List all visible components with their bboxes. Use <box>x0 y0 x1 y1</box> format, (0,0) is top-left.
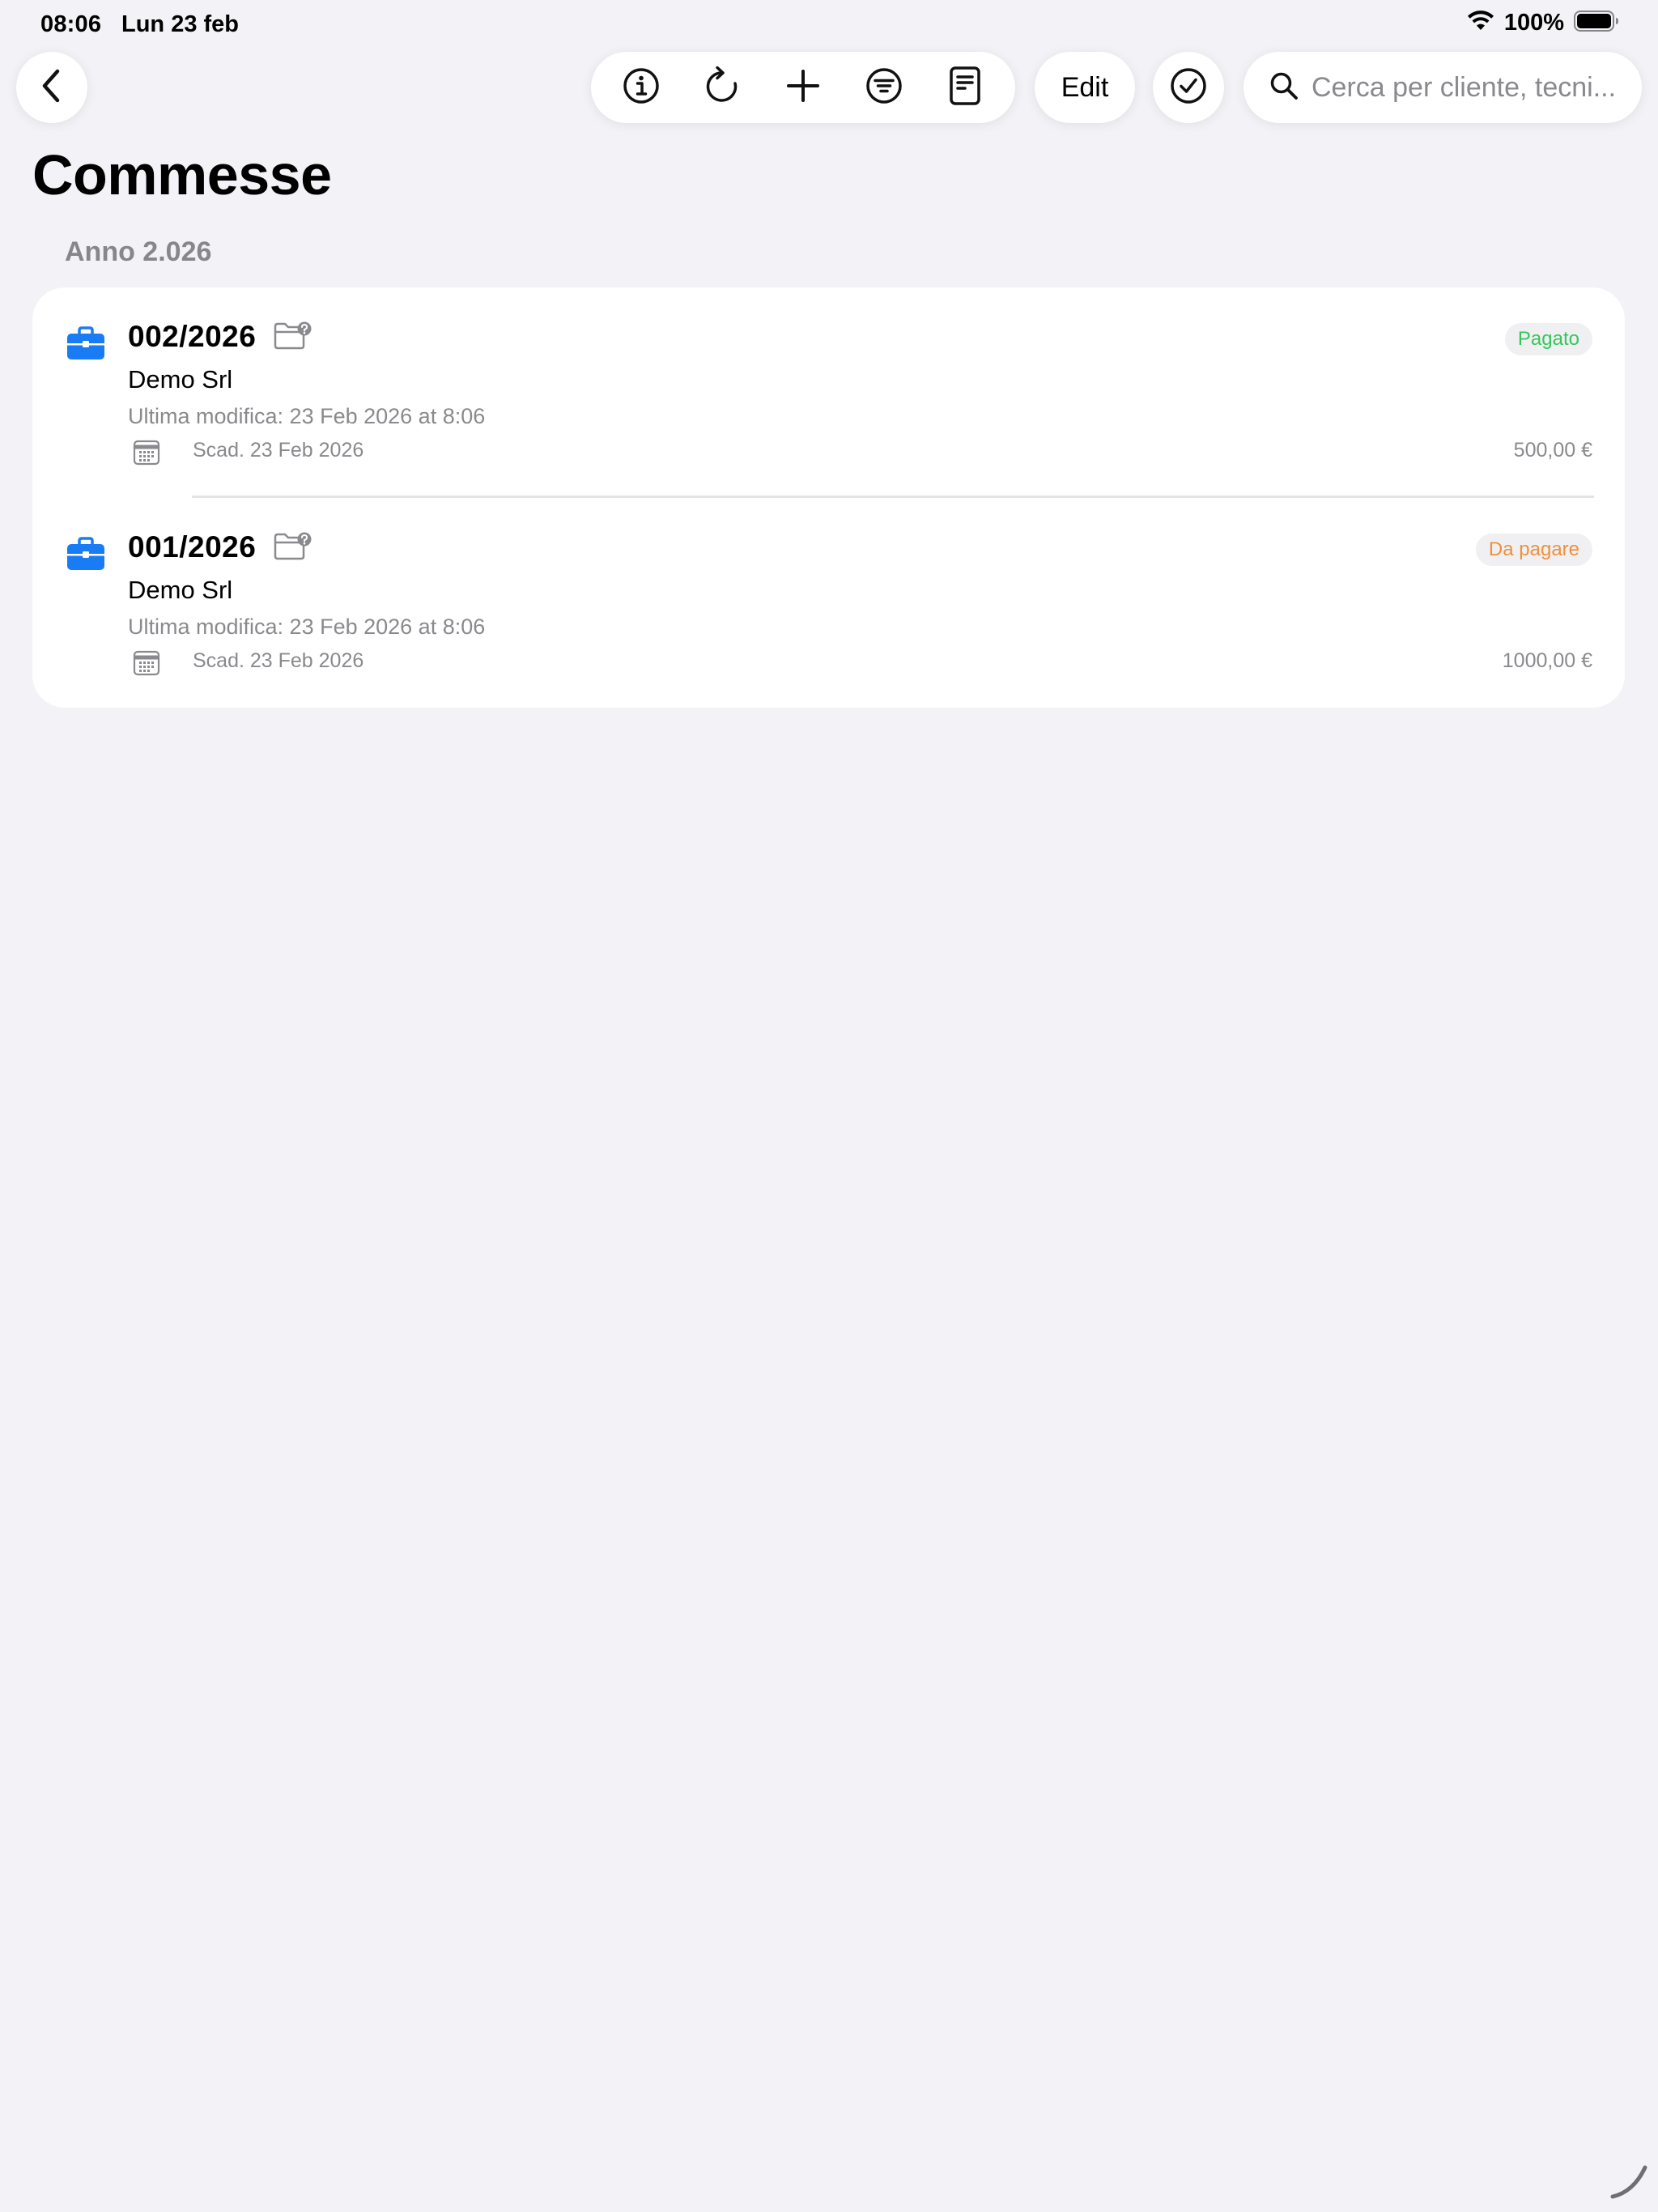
client-name: Demo Srl <box>128 576 233 604</box>
status-indicators: 100% <box>1467 10 1619 36</box>
status-badge: Da pagare <box>1475 534 1592 566</box>
search-icon <box>1269 71 1299 104</box>
edit-button[interactable]: Edit <box>1035 52 1135 123</box>
calendar-icon <box>133 440 160 470</box>
filter-button[interactable] <box>848 52 920 123</box>
folder-question-icon <box>274 321 312 355</box>
last-modified: Ultima modifica: 23 Feb 2026 at 8:06 <box>128 404 486 428</box>
status-date: Lun 23 feb <box>121 11 240 37</box>
section-header: Anno 2.026 <box>65 236 212 267</box>
search-placeholder: Cerca per cliente, tecni... <box>1312 71 1617 103</box>
last-modified: Ultima modifica: 23 Feb 2026 at 8:06 <box>128 615 486 639</box>
order-number: 001/2026 <box>128 530 257 564</box>
back-button[interactable] <box>16 52 87 123</box>
document-icon <box>950 66 980 109</box>
page-title: Commesse <box>32 143 332 206</box>
info-icon <box>623 67 660 108</box>
toolbar-group <box>591 52 1015 123</box>
battery-percentage: 100% <box>1503 10 1564 36</box>
calendar-icon <box>133 650 160 680</box>
search-input[interactable]: Cerca per cliente, tecni... <box>1244 52 1642 123</box>
orders-list: 002/2026 Pagato Demo Srl Ultima modifica… <box>32 287 1625 708</box>
report-button[interactable] <box>929 52 1001 123</box>
chevron-left-icon <box>40 68 64 108</box>
client-name: Demo Srl <box>128 365 233 393</box>
list-item[interactable]: 001/2026 Da pagare Demo Srl Ultima modif… <box>32 498 1625 708</box>
refresh-icon <box>704 66 741 109</box>
select-button[interactable] <box>1153 52 1224 123</box>
info-button[interactable] <box>606 52 677 123</box>
home-indicator[interactable] <box>1609 2159 1650 2204</box>
refresh-button[interactable] <box>687 52 758 123</box>
status-time: 08:06 <box>40 11 102 37</box>
list-item[interactable]: 002/2026 Pagato Demo Srl Ultima modifica… <box>32 287 1625 498</box>
status-badge: Pagato <box>1504 323 1592 355</box>
briefcase-icon <box>66 326 105 364</box>
order-number: 002/2026 <box>128 320 257 353</box>
wifi-icon <box>1467 11 1494 36</box>
folder-question-icon <box>274 532 312 565</box>
battery-icon <box>1574 11 1619 36</box>
due-date: Scad. 23 Feb 2026 <box>193 649 364 672</box>
amount: 500,00 € <box>1513 439 1592 462</box>
status-bar: 08:06 Lun 23 feb 100% <box>0 0 1658 52</box>
amount: 1000,00 € <box>1502 649 1592 672</box>
checkmark-circle-icon <box>1170 67 1207 108</box>
filter-icon <box>865 67 903 108</box>
add-button[interactable] <box>767 52 839 123</box>
due-date: Scad. 23 Feb 2026 <box>193 439 364 462</box>
briefcase-icon <box>66 537 105 575</box>
plus-icon <box>786 69 820 107</box>
